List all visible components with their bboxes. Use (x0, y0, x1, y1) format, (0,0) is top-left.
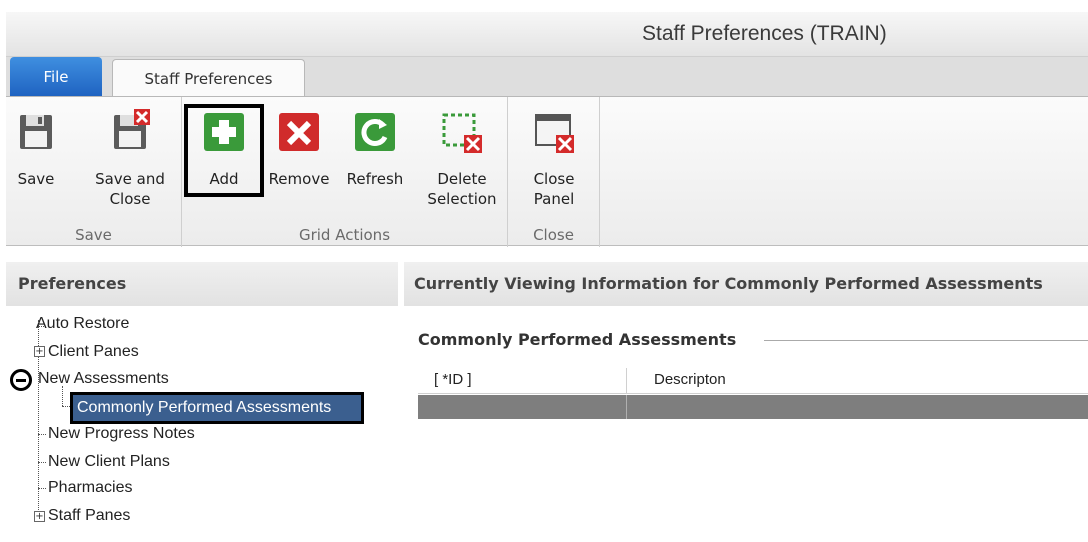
save-icon (14, 109, 58, 155)
save-group-label: Save (75, 226, 112, 244)
save-and-close-label-line1: Save and (95, 170, 165, 188)
tree-item-new-progress-notes[interactable]: New Progress Notes (48, 425, 195, 443)
tree-item-client-panes[interactable]: Client Panes (48, 343, 139, 361)
grid-column-id[interactable]: [ *ID ] (434, 371, 472, 388)
tree-line (38, 462, 46, 463)
preferences-header-label: Preferences (18, 274, 127, 293)
remove-button[interactable]: Remove (264, 101, 334, 189)
file-tab[interactable]: File (10, 57, 102, 96)
save-and-close-label-line2: Close (109, 190, 151, 208)
tree-item-pharmacies[interactable]: Pharmacies (48, 479, 132, 497)
save-and-close-button[interactable]: Save and Close (90, 101, 170, 209)
collapse-icon[interactable] (10, 369, 32, 391)
column-separator (626, 395, 627, 419)
remove-button-label: Remove (268, 170, 330, 188)
tree-line (62, 386, 63, 406)
close-panel-icon (532, 109, 576, 155)
content-header: Currently Viewing Information for Common… (404, 262, 1088, 306)
delete-selection-label-line2: Selection (427, 190, 497, 208)
delete-selection-button[interactable]: Delete Selection (422, 101, 502, 209)
window-title: Staff Preferences (TRAIN) (642, 22, 887, 45)
top-strip (0, 0, 1088, 12)
delete-selection-label-line1: Delete (437, 170, 487, 188)
selected-node-label: Commonly Performed Assessments (77, 399, 332, 416)
preferences-header: Preferences (6, 262, 398, 306)
refresh-button[interactable]: Refresh (338, 101, 412, 189)
tree-item-staff-panes[interactable]: Staff Panes (48, 507, 130, 525)
tab-staff-preferences[interactable]: Staff Preferences (112, 59, 305, 98)
application-window: Staff Preferences (TRAIN) File Staff Pre… (0, 0, 1088, 542)
close-group-label: Close (533, 226, 574, 244)
ribbon: Save Save and Close Save Add Remove Refr… (6, 96, 1088, 247)
section-title: Commonly Performed Assessments (418, 330, 737, 349)
expand-icon[interactable]: + (34, 346, 45, 357)
title-bar: Staff Preferences (TRAIN) (6, 12, 1088, 57)
tree-item-auto-restore[interactable]: Auto Restore (36, 315, 129, 333)
close-panel-label-line1: Close (533, 170, 575, 188)
refresh-icon (353, 109, 397, 155)
tree-item-commonly-performed-assessments[interactable]: Commonly Performed Assessments (70, 392, 364, 424)
refresh-button-label: Refresh (346, 170, 404, 188)
add-button-highlight (184, 104, 264, 197)
column-separator[interactable] (626, 368, 627, 394)
remove-icon (277, 109, 321, 155)
tree-line (38, 488, 46, 489)
grid-header: [ *ID ] Descripton (418, 368, 1088, 394)
close-group: Close Panel Close (508, 97, 600, 247)
close-panel-button[interactable]: Close Panel (522, 101, 586, 209)
expand-icon[interactable]: + (34, 511, 45, 522)
save-button[interactable]: Save (14, 101, 58, 189)
section-divider (764, 340, 1088, 341)
content-header-label: Currently Viewing Information for Common… (414, 274, 1043, 293)
tree-item-new-client-plans[interactable]: New Client Plans (48, 453, 170, 471)
save-close-icon (108, 109, 152, 155)
save-group: Save Save and Close Save (6, 97, 182, 247)
tree-item-new-assessments[interactable]: New Assessments (38, 370, 169, 388)
grid-column-description[interactable]: Descripton (654, 371, 726, 388)
ribbon-tab-row: File Staff Preferences (6, 57, 1088, 98)
delete-selection-icon (440, 109, 484, 155)
tree-line (38, 434, 46, 435)
grid-actions-group-label: Grid Actions (298, 226, 391, 244)
table-row[interactable] (418, 395, 1088, 419)
save-button-label: Save (17, 170, 55, 188)
close-panel-label-line2: Panel (533, 190, 575, 208)
